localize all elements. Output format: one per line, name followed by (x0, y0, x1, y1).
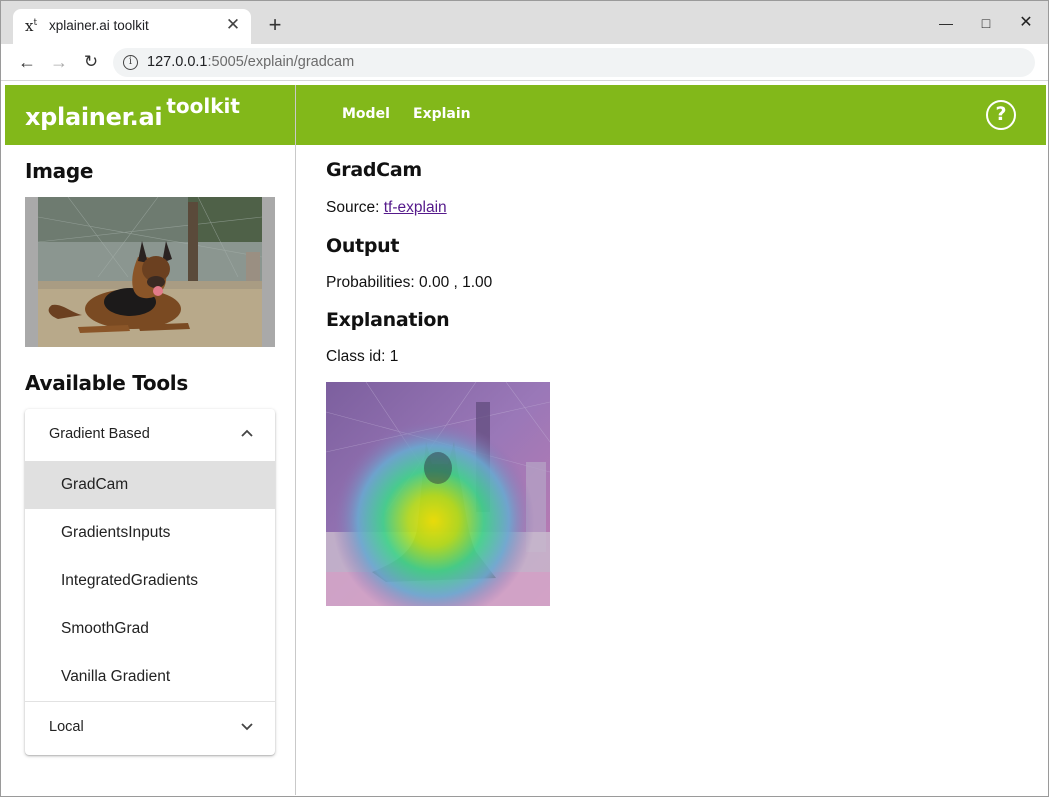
gradcam-heatmap (326, 382, 550, 606)
url-text[interactable]: 127.0.0.1:5005/explain/gradcam (147, 54, 354, 70)
sidebar-divider (295, 85, 296, 795)
brand-logo[interactable]: xplainer.ai toolkit (25, 94, 240, 131)
explanation-heading: Explanation (326, 309, 450, 331)
output-heading: Output (326, 235, 400, 257)
brand-bar: xplainer.ai toolkit (5, 85, 295, 145)
minimize-icon[interactable]: — (934, 11, 958, 35)
source-line: Source: tf-explain (326, 199, 447, 216)
group-gradient-based[interactable]: Gradient Based (25, 409, 275, 461)
tab-strip: xt xplainer.ai toolkit ✕ + — □ ✕ (1, 1, 1048, 44)
chevron-up-icon[interactable] (237, 423, 257, 443)
arrow-left-icon[interactable]: ← (15, 50, 39, 74)
browser-toolbar: ← → ↻ i 127.0.0.1:5005/explain/gradcam (1, 44, 1048, 81)
heatmap-image (326, 382, 550, 606)
source-link[interactable]: tf-explain (384, 199, 447, 216)
available-tools-heading: Available Tools (25, 371, 188, 395)
input-image (25, 197, 275, 347)
browser-tab[interactable]: xt xplainer.ai toolkit ✕ (13, 9, 251, 44)
maximize-icon[interactable]: □ (974, 11, 998, 35)
chevron-down-icon[interactable] (237, 716, 257, 736)
group-label: Local (49, 719, 84, 735)
new-tab-icon[interactable]: + (263, 13, 287, 37)
arrow-right-icon[interactable]: → (47, 50, 71, 74)
group-local[interactable]: Local (25, 701, 275, 753)
reload-icon[interactable]: ↻ (79, 50, 103, 74)
tool-item-gradcam[interactable]: GradCam (25, 461, 275, 509)
tool-item-vanilla-gradient[interactable]: Vanilla Gradient (25, 653, 275, 701)
group-label: Gradient Based (49, 426, 150, 442)
image-heading: Image (25, 159, 94, 183)
tool-item-gradientsinputs[interactable]: GradientsInputs (25, 509, 275, 557)
browser-window: xt xplainer.ai toolkit ✕ + — □ ✕ ← → ↻ i… (0, 0, 1049, 797)
window-close-icon[interactable]: ✕ (1014, 11, 1038, 35)
nav-model[interactable]: Model (342, 106, 390, 122)
class-id-text: Class id: 1 (326, 348, 399, 365)
page-title: GradCam (326, 159, 422, 181)
close-tab-icon[interactable]: ✕ (223, 15, 243, 35)
tools-accordion: Gradient Based GradCam GradientsInputs I… (25, 409, 275, 755)
dog-photo (38, 197, 262, 347)
nav-explain[interactable]: Explain (413, 106, 471, 122)
tool-item-integratedgradients[interactable]: IntegratedGradients (25, 557, 275, 605)
app-root: xplainer.ai toolkit Model Explain ? Image (5, 85, 1046, 795)
info-icon[interactable]: i (123, 55, 138, 70)
tool-item-smoothgrad[interactable]: SmoothGrad (25, 605, 275, 653)
favicon-icon: xt (25, 17, 38, 35)
top-nav: Model Explain ? (296, 85, 1046, 145)
probabilities-text: Probabilities: 0.00 , 1.00 (326, 274, 493, 291)
tab-title: xplainer.ai toolkit (49, 18, 149, 33)
address-bar[interactable]: i 127.0.0.1:5005/explain/gradcam (113, 48, 1035, 77)
help-circle-icon[interactable]: ? (986, 100, 1016, 130)
